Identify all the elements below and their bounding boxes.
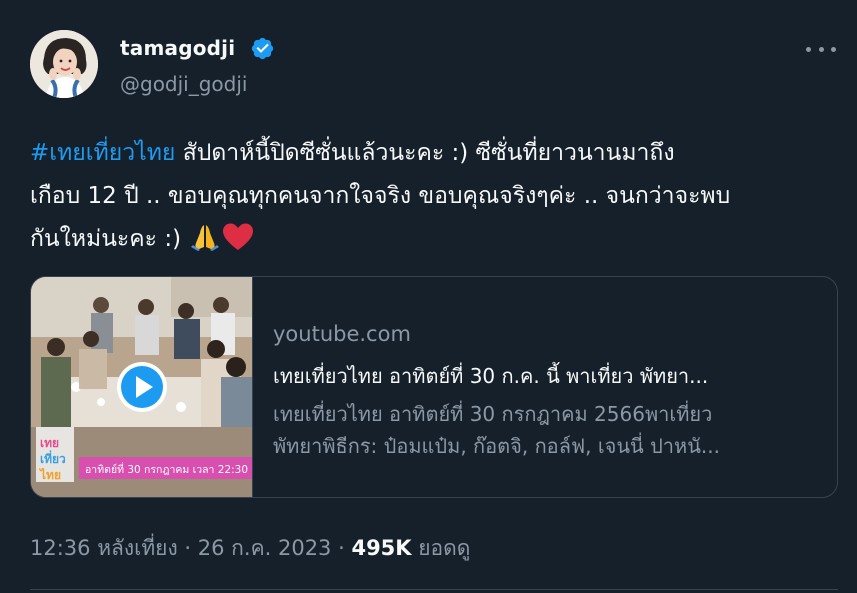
tweet-text-line-1: #เทยเที่ยวไทย สัปดาห์นี้ปิดซีซั่นแล้วนะค…: [30, 132, 820, 175]
tweet-text-line-1-rest: สัปดาห์นี้ปิดซีซั่นแล้วนะคะ :) ซีซั่นที่…: [175, 140, 675, 166]
tweet-time[interactable]: 12:36 หลังเที่ยง: [30, 536, 178, 560]
tweet-date[interactable]: 26 ก.ค. 2023: [198, 536, 332, 560]
tweet-text: #เทยเที่ยวไทย สัปดาห์นี้ปิดซีซั่นแล้วนะค…: [30, 132, 820, 266]
views-count[interactable]: 495K: [351, 536, 411, 560]
svg-text:เที่ยว: เที่ยว: [40, 450, 66, 466]
more-options-icon[interactable]: [806, 38, 836, 60]
play-icon[interactable]: [116, 361, 168, 413]
dot: [831, 46, 836, 52]
thumb-caption: อาทิตย์ที่ 30 กรกฎาคม เวลา 22:30 น.: [85, 462, 253, 476]
card-title: เทยเที่ยวไทย อาทิตย์ที่ 30 ก.ค. นี้ พาเท…: [273, 364, 709, 388]
svg-text:ไทย: ไทย: [38, 467, 61, 482]
dot: [806, 46, 811, 52]
divider: [30, 589, 838, 590]
dot: [818, 46, 824, 52]
tweet-meta: 12:36 หลังเที่ยง · 26 ก.ค. 2023 · 495K ย…: [30, 532, 470, 565]
tweet: tamagodji @godji_godji #เทยเที่ยวไทย สัป…: [0, 0, 857, 593]
tweet-text-line-2: เกือบ 12 ปี .. ขอบคุณทุกคนจากใจจริง ขอบค…: [30, 183, 731, 209]
hashtag-link[interactable]: #เทยเที่ยวไทย: [30, 140, 175, 166]
video-thumbnail[interactable]: เทย เที่ยว ไทย อาทิตย์ที่ 30 กรกฎาคม เวล…: [31, 277, 253, 497]
card-description: เทยเที่ยวไทย อาทิตย์ที่ 30 กรกฎาคม 2566พ…: [273, 398, 818, 462]
folded-hands-icon: [190, 223, 220, 266]
views-label: ยอดดู: [411, 536, 471, 560]
verified-badge-icon[interactable]: [250, 36, 275, 61]
link-preview-card[interactable]: เทย เที่ยว ไทย อาทิตย์ที่ 30 กรกฎาคม เวล…: [30, 276, 838, 498]
author-handle[interactable]: @godji_godji: [120, 72, 247, 96]
meta-separator: ·: [331, 536, 352, 560]
svg-text:เทย: เทย: [40, 436, 59, 450]
card-description-line-2: พัทยาพิธีกร: ป๋อมแป๋ม, ก๊อตจิ, กอล์ฟ, เจ…: [273, 434, 720, 458]
red-heart-icon: [222, 223, 254, 266]
tweet-text-line-3-text: กันใหม่นะคะ :): [30, 226, 189, 252]
avatar-image: [30, 30, 98, 98]
author-display-name[interactable]: tamagodji: [120, 36, 235, 60]
card-domain: youtube.com: [273, 322, 411, 346]
card-description-line-1: เทยเที่ยวไทย อาทิตย์ที่ 30 กรกฎาคม 2566พ…: [273, 402, 713, 426]
meta-separator: ·: [177, 536, 198, 560]
author-avatar[interactable]: [30, 30, 98, 98]
tweet-text-line-3: กันใหม่นะคะ :): [30, 218, 820, 266]
